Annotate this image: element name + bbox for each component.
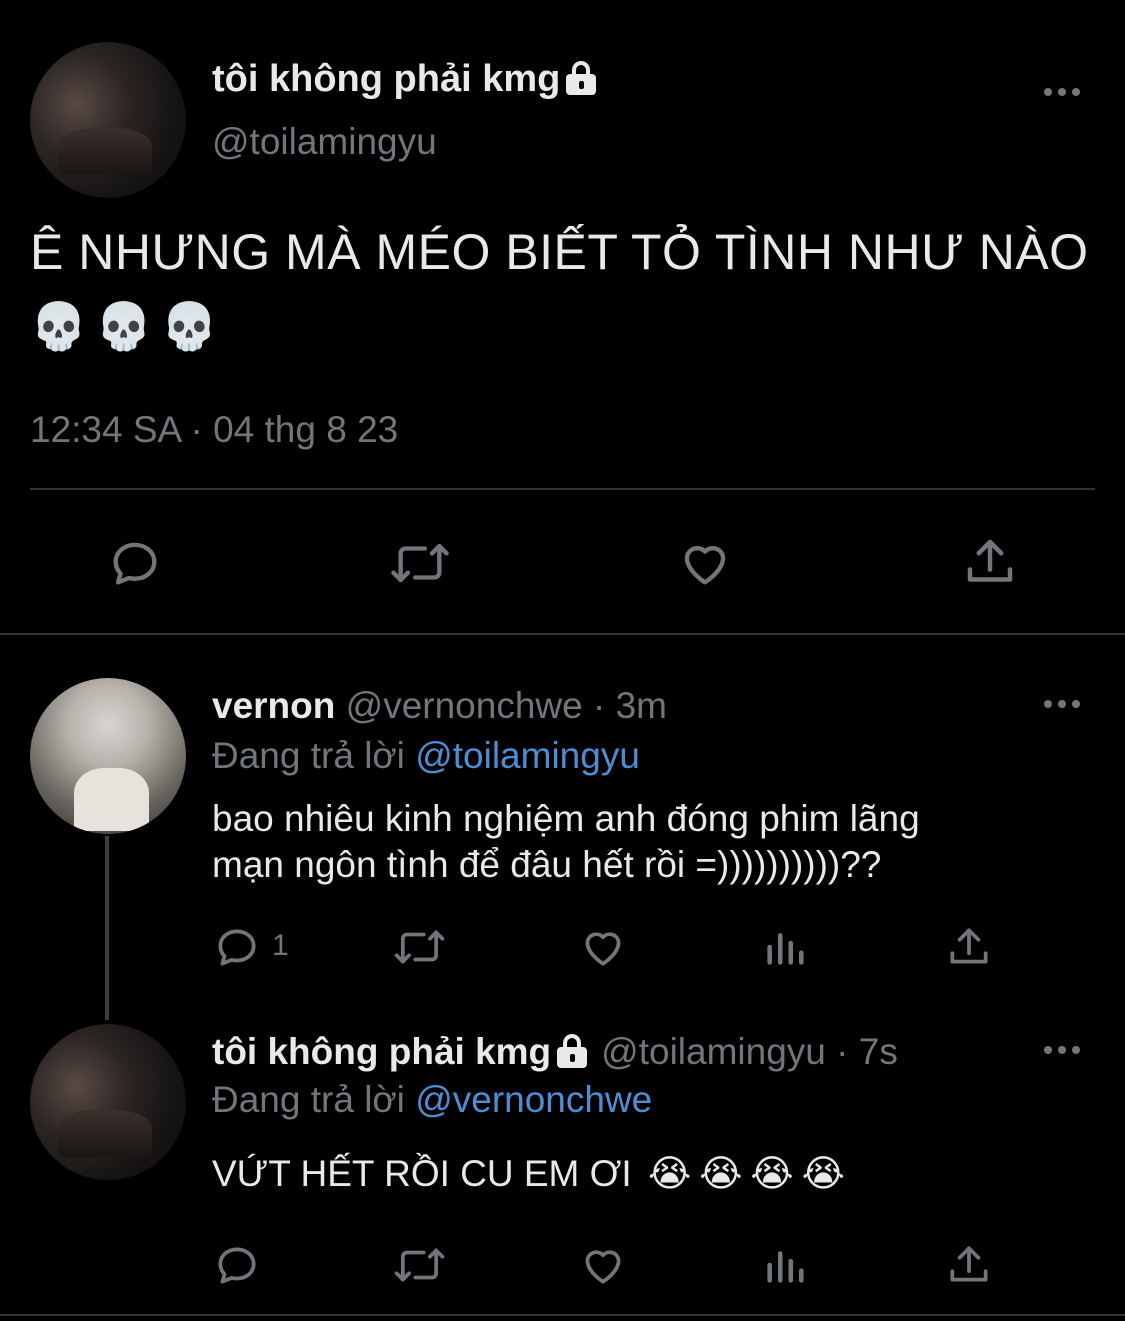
heart-icon[interactable] [578,922,628,972]
bar-chart-icon[interactable] [762,1242,808,1288]
divider [0,633,1125,635]
reply-1-handle-time: @vernonchwe · 3m [345,685,667,726]
reply-2-handle-time: @toilamingyu · 7s [601,1031,898,1072]
crying-emoji-icon: 😭 [647,1153,692,1194]
speech-bubble-icon[interactable] [212,1240,262,1290]
reply-2-text-row: VỨT HẾT RỒI CU EM ƠI 😭 😭 😭 😭 [212,1150,853,1198]
replying-to-link[interactable]: @vernonchwe [415,1079,652,1120]
share-icon[interactable] [944,1240,994,1290]
bar-chart-icon[interactable] [762,924,808,970]
reply-1-text-line: bao nhiêu kinh nghiệm anh đóng phim lãng [212,798,920,839]
main-handle[interactable]: @toilamingyu [212,120,437,164]
skull-emoji-icon: 💀 [30,300,88,352]
main-timestamp[interactable]: 12:34 SA · 04 thg 8 23 [30,408,398,452]
main-tweet-text: Ê NHƯNG MÀ MÉO BIẾT TỎ TÌNH NHƯ NÀO [30,224,1089,280]
more-dots-icon[interactable] [1044,700,1080,708]
crying-emoji-icon: 😭 [750,1153,794,1194]
replying-prefix: Đang trả lời [212,1079,405,1120]
share-icon[interactable] [960,532,1020,592]
skull-emoji-icon: 💀 [160,300,218,352]
reply-count: 1 [272,929,289,962]
replying-prefix: Đang trả lời [212,735,405,776]
crying-emoji-icon: 😭 [699,1153,743,1194]
divider [30,488,1095,490]
reply-1-text: bao nhiêu kinh nghiệm anh đóng phim lãng… [212,796,920,888]
thread-line [105,836,109,1020]
reply-2-display-name: tôi không phải kmg [212,1031,552,1072]
heart-icon[interactable] [676,534,734,592]
retweet-icon[interactable] [392,1240,447,1290]
reply-2-text: VỨT HẾT RỒI CU EM ƠI [212,1153,632,1194]
main-tweet-avatar[interactable] [30,42,186,198]
main-display-name: tôi không phải kmg [212,58,561,100]
share-icon[interactable] [944,922,994,972]
reply-1-display-name: vernon [212,685,336,726]
main-tweet-emojis: 💀 💀 💀 [30,296,226,356]
lock-icon [566,61,597,95]
heart-icon[interactable] [578,1240,628,1290]
reply-1-replying-to: Đang trả lời @toilamingyu [212,734,640,778]
reply-2-header[interactable]: tôi không phải kmg @toilamingyu · 7s [212,1030,898,1074]
reply-1-text-line: mạn ngôn tình để đâu hết rồi =))))))))))… [212,844,882,885]
more-dots-icon[interactable] [1044,1046,1080,1054]
retweet-icon[interactable] [388,534,452,592]
retweet-icon[interactable] [392,922,447,972]
toilamingyu-avatar[interactable] [30,1024,186,1180]
speech-bubble-icon[interactable] [212,922,262,972]
replying-to-link[interactable]: @toilamingyu [415,735,640,776]
crying-emoji-icon: 😭 [801,1153,845,1194]
speech-bubble-icon[interactable] [106,534,164,592]
skull-emoji-icon: 💀 [95,300,153,352]
reply-2-replying-to: Đang trả lời @vernonchwe [212,1078,652,1122]
vernon-avatar[interactable] [30,678,186,834]
lock-icon [557,1034,588,1068]
reply-1-header[interactable]: vernon @vernonchwe · 3m [212,684,667,728]
divider [0,1314,1125,1316]
more-dots-icon[interactable] [1044,88,1080,96]
main-tweet-author[interactable]: tôi không phải kmg [212,56,597,102]
